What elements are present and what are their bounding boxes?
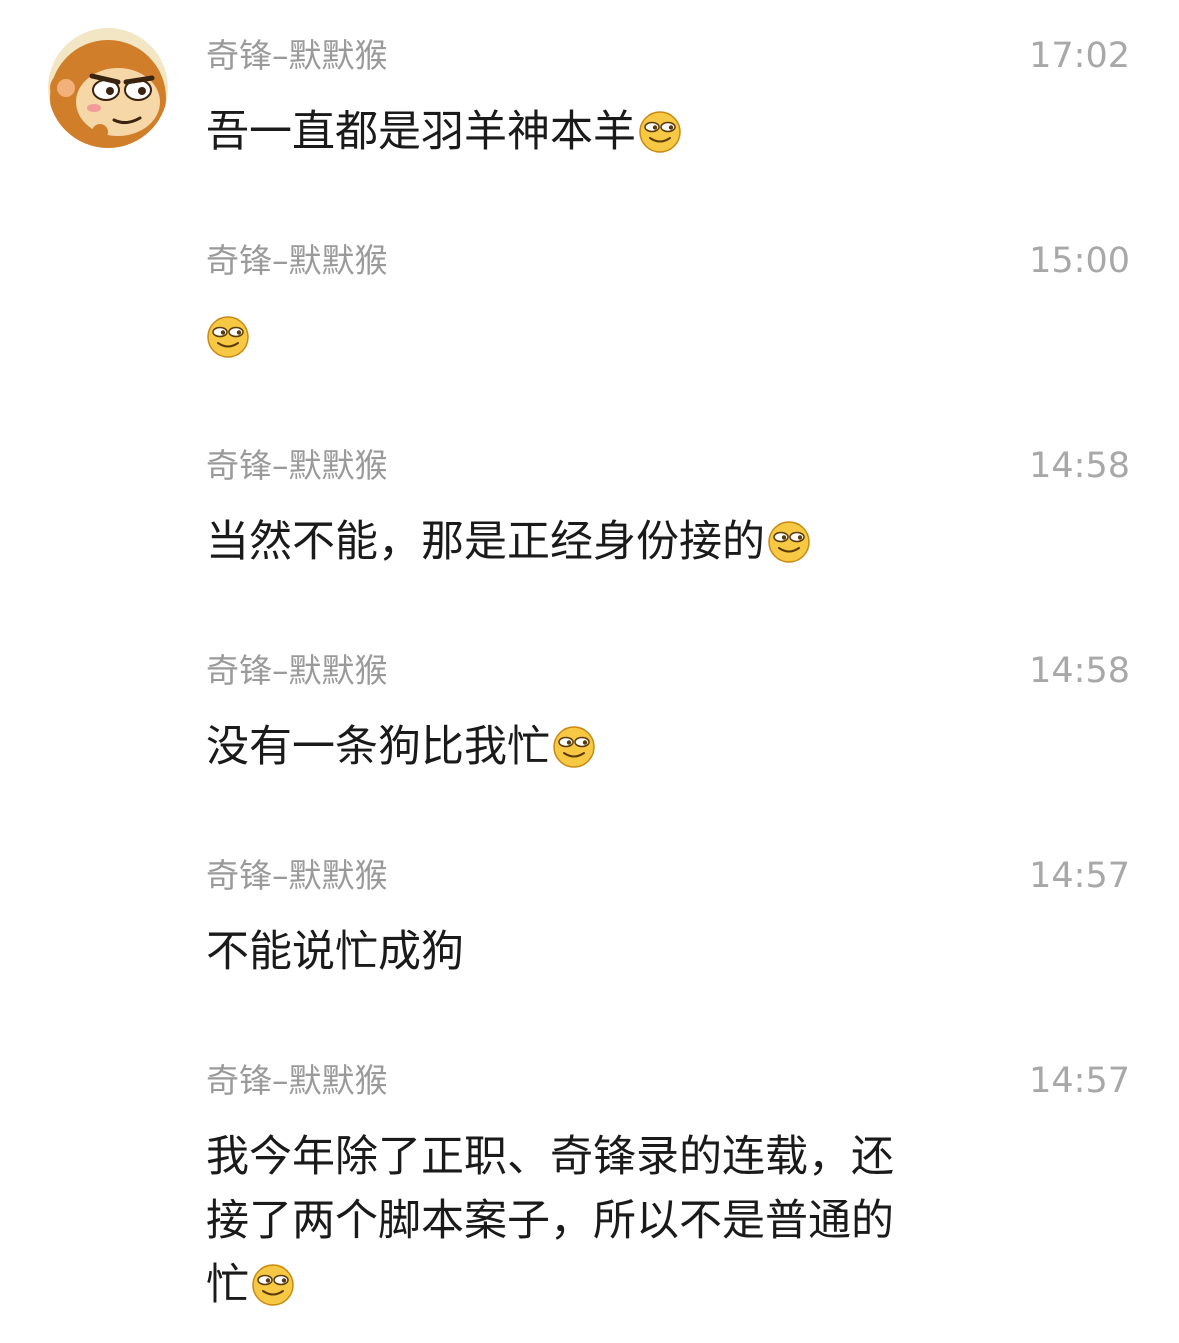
chat-message[interactable]: 奇锋–默默猴 14:58 没有一条狗比我忙 <box>206 647 1130 779</box>
message-header: 奇锋–默默猴 17:02 <box>206 32 1130 80</box>
chat-message[interactable]: 奇锋–默默猴 14:57 不能说忙成狗 <box>206 852 1130 984</box>
message-text: 当然不能，那是正经身份接的 <box>206 510 946 574</box>
message-header: 奇锋–默默猴 14:58 <box>206 442 1130 490</box>
message-text-content: 没有一条狗比我忙 <box>206 722 550 772</box>
sender-name[interactable]: 奇锋–默默猴 <box>206 651 388 691</box>
smirk-emoji-icon <box>552 725 596 769</box>
message-time: 14:58 <box>1029 446 1130 486</box>
message-header: 奇锋–默默猴 14:57 <box>206 1057 1130 1105</box>
sender-name[interactable]: 奇锋–默默猴 <box>206 36 388 76</box>
message-text: 吾一直都是羽羊神本羊 <box>206 100 946 164</box>
sender-name[interactable]: 奇锋–默默猴 <box>206 856 388 896</box>
smirk-emoji-icon <box>767 520 811 564</box>
sender-name[interactable]: 奇锋–默默猴 <box>206 241 388 281</box>
message-text: 没有一条狗比我忙 <box>206 715 946 779</box>
chat-message[interactable]: 奇锋–默默猴 14:57 我今年除了正职、奇锋录的连载，还接了两个脚本案子，所以… <box>206 1057 1130 1317</box>
message-text-content: 我今年除了正职、奇锋录的连载，还接了两个脚本案子，所以不是普通的忙 <box>206 1132 894 1310</box>
message-time: 15:00 <box>1029 241 1130 281</box>
message-time: 14:58 <box>1029 651 1130 691</box>
smirk-emoji-icon <box>638 110 682 154</box>
message-text-content: 不能说忙成狗 <box>206 927 464 977</box>
chat-message[interactable]: 奇锋–默默猴 17:02 吾一直都是羽羊神本羊 <box>206 32 1130 164</box>
smirk-emoji-icon <box>251 1263 295 1307</box>
message-text: 我今年除了正职、奇锋录的连载，还接了两个脚本案子，所以不是普通的忙 <box>206 1125 936 1317</box>
message-text-content: 当然不能，那是正经身份接的 <box>206 517 765 567</box>
avatar[interactable] <box>48 28 168 148</box>
message-header: 奇锋–默默猴 15:00 <box>206 237 1130 285</box>
message-text-content: 吾一直都是羽羊神本羊 <box>206 107 636 157</box>
sender-name[interactable]: 奇锋–默默猴 <box>206 1061 388 1101</box>
smirk-emoji-icon <box>206 315 250 359</box>
message-time: 17:02 <box>1029 36 1130 76</box>
message-header: 奇锋–默默猴 14:57 <box>206 852 1130 900</box>
message-text <box>206 305 946 369</box>
chat-message[interactable]: 奇锋–默默猴 14:58 当然不能，那是正经身份接的 <box>206 442 1130 574</box>
sender-name[interactable]: 奇锋–默默猴 <box>206 446 388 486</box>
message-text: 不能说忙成狗 <box>206 920 946 984</box>
message-time: 14:57 <box>1029 1061 1130 1101</box>
chat-message[interactable]: 奇锋–默默猴 15:00 <box>206 237 1130 369</box>
message-time: 14:57 <box>1029 856 1130 896</box>
message-header: 奇锋–默默猴 14:58 <box>206 647 1130 695</box>
monkey-avatar-icon <box>48 28 168 148</box>
